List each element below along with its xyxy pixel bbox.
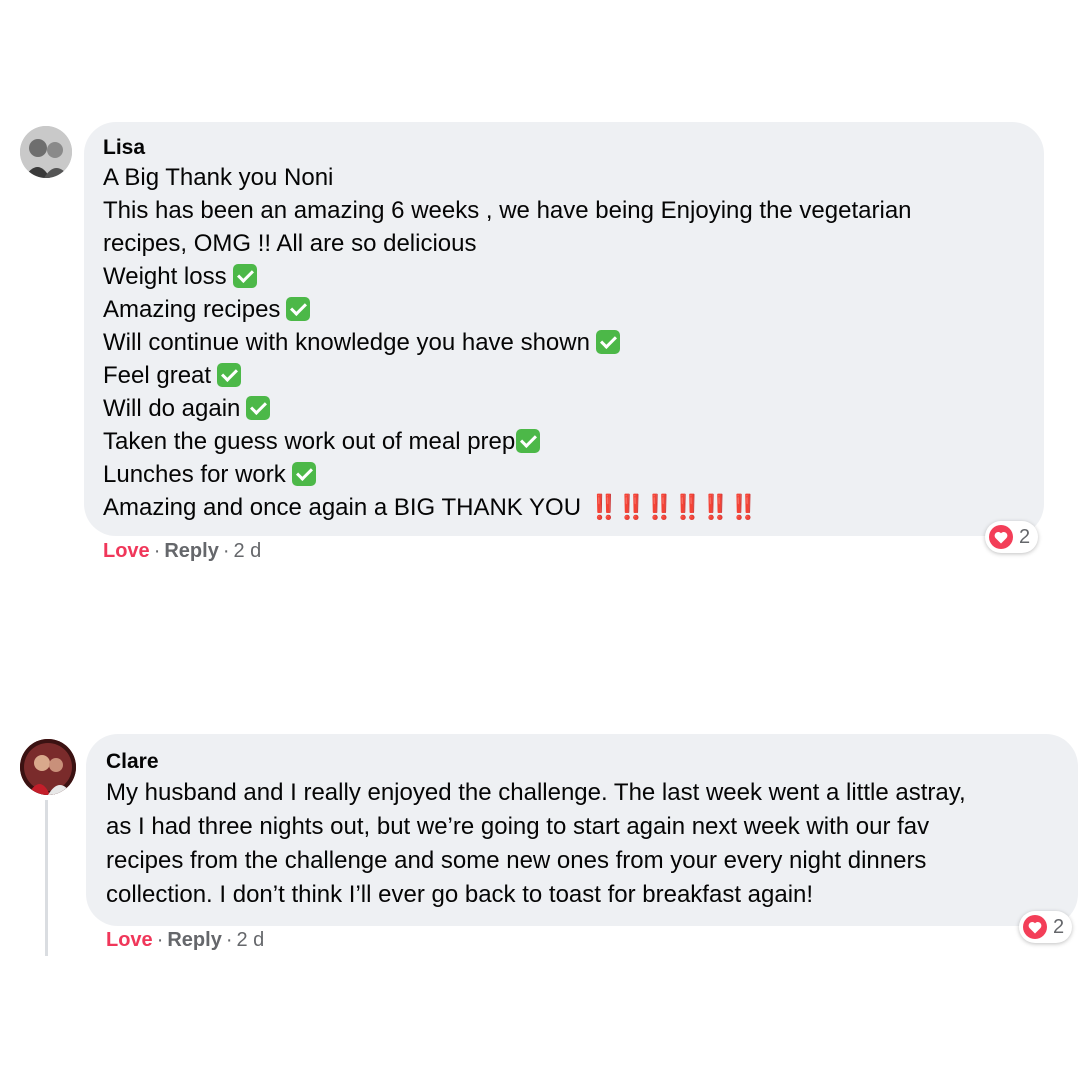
avatar-photo-icon (20, 126, 72, 178)
separator: · (156, 929, 164, 951)
comment-body: A Big Thank you Noni This has been an am… (103, 161, 912, 524)
check-mark-icon (595, 330, 620, 354)
comment-line: This has been an amazing 6 weeks , we ha… (103, 197, 912, 224)
double-exclamation-icon: ‼️‼️‼️‼️‼️‼️ (589, 494, 758, 521)
check-mark-icon (246, 396, 271, 420)
comment-line: Will continue with knowledge you have sh… (103, 326, 912, 359)
love-button[interactable]: Love (103, 540, 150, 562)
check-mark-icon (291, 462, 316, 486)
comment-line: as I had three nights out, but we’re goi… (106, 813, 930, 840)
reply-button[interactable]: Reply (167, 929, 221, 951)
comment-line: Taken the guess work out of meal prep (103, 425, 912, 458)
comment-line: Amazing recipes (103, 293, 912, 326)
comment-line: Weight loss (103, 260, 912, 293)
love-button[interactable]: Love (106, 929, 153, 951)
comment-line: recipes from the challenge and some new … (106, 847, 927, 874)
comment-author[interactable]: Lisa (103, 136, 145, 160)
separator: · (153, 540, 161, 562)
reaction-badge[interactable]: 2 (1019, 911, 1073, 943)
check-mark-icon (217, 363, 242, 387)
timestamp[interactable]: 2 d (237, 929, 265, 951)
comment-line: collection. I don’t think I’ll ever go b… (106, 881, 814, 908)
thread-line (45, 800, 48, 956)
comment-author[interactable]: Clare (106, 750, 159, 774)
avatar[interactable] (20, 126, 72, 178)
check-mark-icon (286, 297, 311, 321)
comment-line: A Big Thank you Noni (103, 164, 334, 191)
comment-line: recipes, OMG !! All are so delicious (103, 230, 477, 257)
comment-line: Lunches for work (103, 458, 912, 491)
reaction-count: 2 (1019, 525, 1031, 548)
separator: · (225, 929, 233, 951)
comment-actions: Love · Reply · 2 d (106, 929, 264, 952)
comment-line: Amazing and once again a BIG THANK YOU ‼️… (103, 494, 758, 521)
reply-button[interactable]: Reply (164, 540, 218, 562)
reaction-badge[interactable]: 2 (985, 521, 1039, 553)
reaction-count: 2 (1053, 915, 1065, 938)
heart-reaction-icon (1023, 915, 1047, 939)
comment-actions: Love · Reply · 2 d (103, 540, 261, 563)
comment-line: Will do again (103, 392, 912, 425)
comment-body: My husband and I really enjoyed the chal… (106, 776, 966, 912)
timestamp[interactable]: 2 d (234, 540, 262, 562)
heart-reaction-icon (989, 525, 1013, 549)
separator: · (222, 540, 230, 562)
avatar[interactable] (20, 739, 76, 795)
check-mark-icon (516, 429, 541, 453)
check-mark-icon (232, 264, 257, 288)
avatar-photo-icon (20, 739, 76, 795)
comment-line: Feel great (103, 359, 912, 392)
comment-line: My husband and I really enjoyed the chal… (106, 779, 966, 806)
